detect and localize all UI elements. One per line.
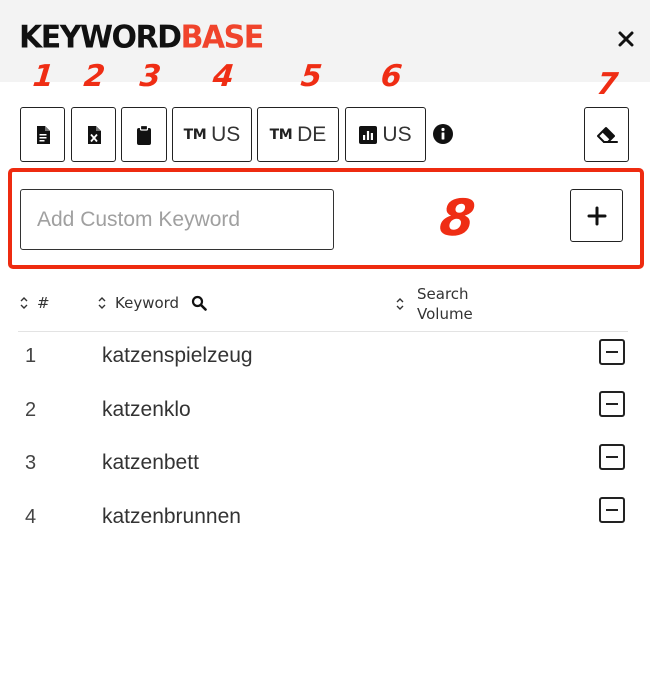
- row-keyword: katzenbrunnen: [102, 505, 241, 528]
- column-header-keyword[interactable]: Keyword: [97, 294, 207, 312]
- bar-chart-icon: [359, 125, 378, 144]
- document-icon: [36, 125, 50, 144]
- column-volume-label-line1: Search: [417, 285, 469, 303]
- trademark-de-button[interactable]: TM DE: [257, 107, 339, 162]
- column-header-search-volume[interactable]: Search Volume: [395, 284, 473, 324]
- annotation-7: 7: [595, 67, 620, 102]
- row-keyword: katzenbett: [102, 451, 199, 474]
- remove-keyword-button[interactable]: [599, 497, 625, 523]
- row-keyword: katzenklo: [102, 398, 191, 421]
- trademark-us-button[interactable]: TM US: [172, 107, 252, 162]
- eraser-icon: [596, 126, 618, 143]
- annotation-6: 6: [379, 59, 404, 94]
- row-number: 3: [25, 452, 37, 474]
- sort-icon: [396, 298, 404, 310]
- export-excel-button[interactable]: [71, 107, 116, 162]
- logo-base-text: BASE: [180, 19, 265, 56]
- annotation-3: 3: [138, 59, 163, 94]
- search-icon[interactable]: [191, 295, 207, 311]
- add-keyword-button[interactable]: [570, 189, 623, 242]
- sort-icon: [20, 297, 28, 309]
- row-number: 1: [25, 345, 37, 367]
- copy-clipboard-button[interactable]: [121, 107, 167, 162]
- annotation-8: 8: [436, 189, 478, 247]
- row-number: 2: [25, 399, 37, 421]
- excel-file-icon: [87, 125, 101, 144]
- close-icon: [618, 31, 634, 47]
- remove-keyword-button[interactable]: [599, 444, 625, 470]
- keywordbase-logo: KEYWORDBASE: [19, 19, 265, 57]
- info-button[interactable]: [433, 124, 453, 144]
- column-header-number[interactable]: #: [19, 294, 50, 312]
- trademark-de-label: DE: [297, 122, 327, 146]
- row-number: 4: [25, 506, 37, 528]
- plus-icon: [587, 206, 606, 225]
- column-number-label: #: [37, 294, 50, 312]
- clear-keywords-button[interactable]: [584, 107, 629, 162]
- annotation-2: 2: [82, 59, 107, 94]
- trademark-us-label: US: [211, 122, 241, 146]
- trademark-icon: TM: [269, 126, 293, 143]
- logo-keyword-text: KEYWORD: [19, 19, 182, 56]
- custom-keyword-input[interactable]: [20, 189, 334, 250]
- search-volume-us-button[interactable]: US: [345, 107, 426, 162]
- annotation-4: 4: [211, 59, 236, 94]
- sort-icon: [98, 297, 106, 309]
- export-text-button[interactable]: [20, 107, 65, 162]
- column-volume-label: Search Volume: [417, 284, 473, 324]
- remove-keyword-button[interactable]: [599, 339, 625, 365]
- remove-keyword-button[interactable]: [599, 391, 625, 417]
- column-volume-label-line2: Volume: [417, 305, 473, 323]
- annotation-1: 1: [31, 59, 56, 94]
- column-keyword-label: Keyword: [115, 294, 180, 312]
- search-volume-us-label: US: [382, 122, 412, 146]
- close-button[interactable]: [614, 27, 638, 51]
- table-header-divider: [18, 331, 628, 332]
- info-icon: [433, 124, 453, 144]
- row-keyword: katzenspielzeug: [102, 344, 253, 367]
- clipboard-icon: [137, 124, 151, 145]
- annotation-5: 5: [299, 59, 324, 94]
- trademark-icon: TM: [183, 126, 207, 143]
